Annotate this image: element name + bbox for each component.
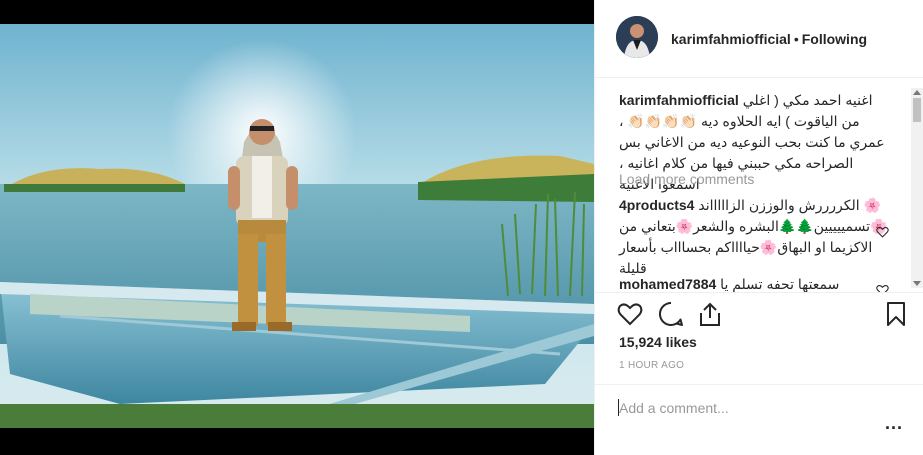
more-options-icon[interactable]: ... [885, 413, 903, 434]
bookmark-icon[interactable] [883, 301, 909, 327]
comment-username[interactable]: mohamed7884 [619, 276, 716, 292]
load-more-comments-button[interactable]: Load more comments [619, 171, 754, 187]
share-icon[interactable] [697, 301, 723, 327]
comment-username[interactable]: 4products4 [619, 197, 694, 213]
scroll-thumb[interactable] [913, 98, 921, 122]
post-image [0, 24, 594, 428]
action-bar [595, 292, 923, 336]
comment-item: 4products4 🌸 الكررررش والوززن الزاااااند… [619, 195, 894, 279]
header-user-line: karimfahmiofficial • Following [671, 31, 867, 47]
like-count[interactable]: 15,924 likes [619, 334, 697, 350]
post-photo[interactable] [0, 24, 594, 428]
post-timestamp[interactable]: 1 HOUR AGO [619, 360, 684, 371]
comment-text: سمعتها تحفه تسلم يا [720, 276, 840, 292]
avatar[interactable] [616, 16, 658, 58]
avatar-image [616, 16, 658, 58]
caption-username[interactable]: karimfahmiofficial [619, 92, 739, 108]
heart-icon[interactable] [617, 301, 643, 327]
scroll-up-arrow-icon[interactable] [913, 90, 921, 95]
comment-like-heart-icon[interactable] [876, 284, 889, 292]
scroll-down-arrow-icon[interactable] [913, 281, 921, 286]
add-comment-input[interactable] [619, 397, 869, 419]
comments-scrollbar[interactable] [911, 88, 923, 288]
comment-bubble-icon[interactable] [658, 301, 684, 327]
header-username[interactable]: karimfahmiofficial [671, 31, 791, 47]
following-button[interactable]: Following [802, 31, 867, 47]
header-separator: • [793, 31, 799, 47]
comment-item: mohamed7884 سمعتها تحفه تسلم يا [619, 274, 894, 292]
post-header: karimfahmiofficial • Following [595, 0, 923, 78]
comments-section[interactable]: karimfahmiofficial اغنيه احمد مكي ( اغلي… [595, 78, 923, 292]
add-comment-bar: ... [595, 384, 923, 455]
comment-like-heart-icon[interactable] [876, 226, 889, 238]
post-details-panel: karimfahmiofficial • Following karimfahmio… [594, 0, 923, 455]
